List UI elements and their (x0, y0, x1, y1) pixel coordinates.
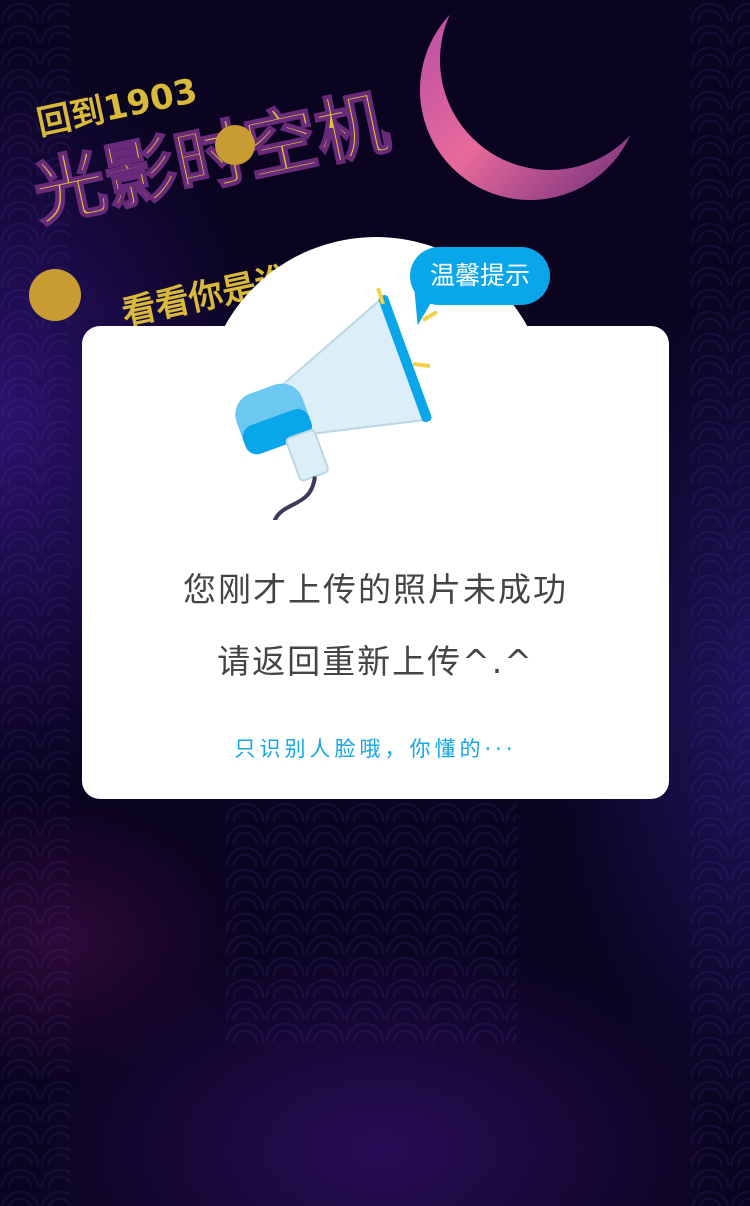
error-message-line1: 您刚才上传的照片未成功 (183, 570, 568, 609)
moon-decoration (420, 0, 640, 200)
face-only-note: 只识别人脸哦，你懂的··· (234, 737, 517, 761)
wave-pattern-right (690, 0, 750, 1206)
character-figure-top (215, 125, 255, 165)
character-figure-left (29, 269, 81, 321)
wave-pattern-center (225, 800, 517, 1045)
error-message-line2: 请返回重新上传^.^ (217, 642, 534, 681)
warm-tip-badge: 温馨提示 (410, 247, 550, 305)
